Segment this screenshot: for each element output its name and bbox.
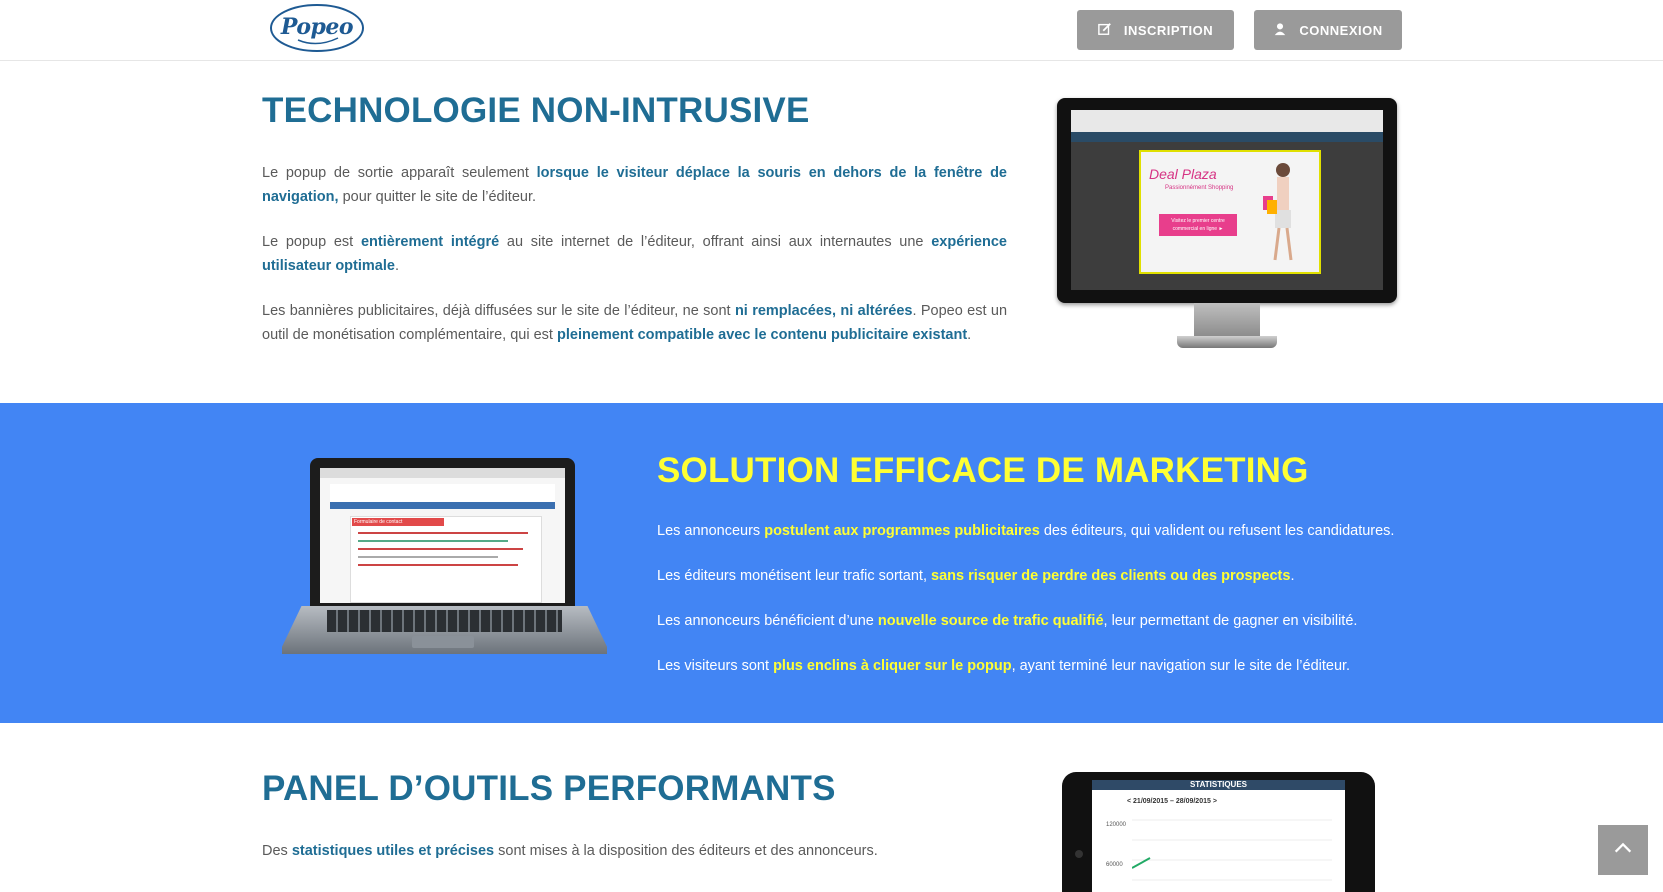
paragraph: Les éditeurs monétisent leur trafic sort… <box>657 568 1295 584</box>
popeo-logo[interactable]: Popeo <box>268 2 366 54</box>
inscription-label: INSCRIPTION <box>1123 22 1214 38</box>
tablet-title: STATISTIQUES <box>1092 780 1345 790</box>
camera-icon <box>1075 850 1083 858</box>
laptop-illustration: Formulaire de contact <box>282 458 607 658</box>
paragraph: Le popup est entièrement intégré au site… <box>262 234 1007 274</box>
paragraph: Les bannières publicitaires, déjà diffus… <box>262 303 1008 343</box>
logo-text: Popeo <box>280 14 354 40</box>
section-non-intrusive: TECHNOLOGIE NON-INTRUSIVE Le popup de so… <box>0 61 1663 403</box>
paragraph: Des statistiques utiles et précises sont… <box>262 843 878 859</box>
edit-icon <box>1098 22 1112 39</box>
paragraph: Les annonceurs bénéficient d’une nouvell… <box>657 613 1358 629</box>
popup-cta: Visitez le premier centre commercial en … <box>1159 214 1237 236</box>
tablet-dates: < 21/09/2015 – 28/09/2015 > <box>1127 798 1217 805</box>
section-marketing: Formulaire de contact SOLUTION EFFICACE … <box>0 403 1663 723</box>
paragraph: Le popup de sortie apparaît seulement lo… <box>262 165 1007 205</box>
section-tools: PANEL D’OUTILS PERFORMANTS Des statistiq… <box>0 723 1663 892</box>
tablet-y-label: 60000 <box>1106 862 1123 868</box>
back-to-top-button[interactable] <box>1598 825 1648 875</box>
section-title: SOLUTION EFFICACE DE MARKETING <box>657 451 1309 490</box>
woman-figure-icon <box>1263 163 1293 261</box>
monitor-illustration: Deal Plaza Passionnément Shopping Visite… <box>1057 98 1397 353</box>
stats-chart-graphic <box>1132 819 1332 881</box>
paragraph: Les visiteurs sont plus enclins à clique… <box>657 658 1351 674</box>
laptop-form-title: Formulaire de contact <box>352 518 444 526</box>
section-title: PANEL D’OUTILS PERFORMANTS <box>262 769 836 808</box>
site-header: Popeo INSCRIPTION CONNEXION <box>0 0 1663 61</box>
connexion-button[interactable]: CONNEXION <box>1254 10 1402 50</box>
user-icon <box>1273 22 1287 39</box>
inscription-button[interactable]: INSCRIPTION <box>1077 10 1234 50</box>
connexion-label: CONNEXION <box>1299 22 1383 38</box>
popup-tagline: Passionnément Shopping <box>1165 185 1234 191</box>
tablet-y-label: 120000 <box>1106 822 1127 828</box>
tablet-illustration: STATISTIQUES < 21/09/2015 – 28/09/2015 >… <box>1062 772 1375 892</box>
section-title: TECHNOLOGIE NON-INTRUSIVE <box>262 91 810 130</box>
popup-preview: Deal Plaza Passionnément Shopping Visite… <box>1139 150 1321 274</box>
paragraph: Les annonceurs postulent aux programmes … <box>657 523 1395 539</box>
chevron-up-icon <box>1612 837 1634 864</box>
popup-brand: Deal Plaza <box>1149 166 1217 182</box>
